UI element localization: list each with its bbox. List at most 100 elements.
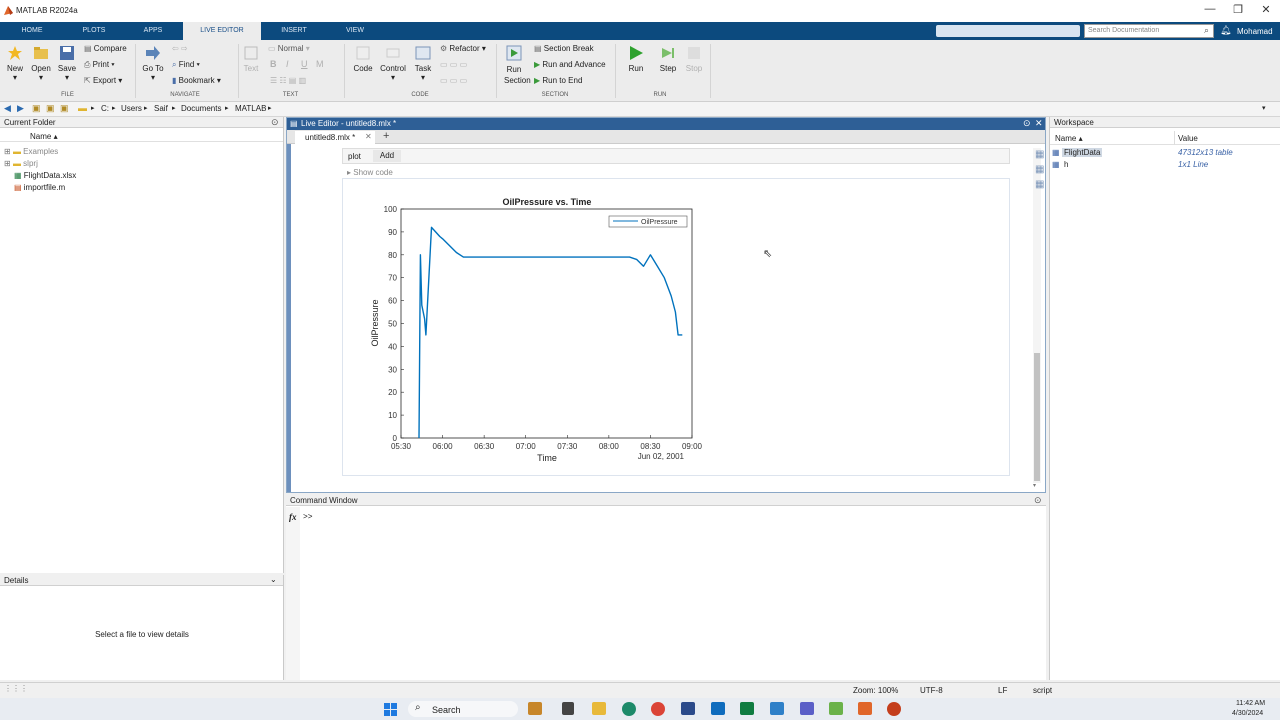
forward-icon[interactable]: ▶ xyxy=(17,103,24,114)
var-name[interactable]: h xyxy=(1064,160,1068,169)
back-forward-buttons[interactable]: ⇦ ⇨ xyxy=(172,44,188,53)
breadcrumb-documents[interactable]: Documents xyxy=(181,104,221,113)
save-button[interactable]: Save ▾ xyxy=(55,45,79,82)
open-button[interactable]: Open ▾ xyxy=(29,45,53,82)
breadcrumb-saif[interactable]: Saif xyxy=(154,104,168,113)
list-format-buttons[interactable]: ☰ ☷ ▤ ▥ xyxy=(270,76,306,85)
tab-live-editor[interactable]: LIVE EDITOR xyxy=(183,22,261,40)
tab-close-icon[interactable]: ✕ xyxy=(365,132,372,141)
user-menu[interactable]: Mohamad xyxy=(1237,27,1273,36)
editor-scrollbar[interactable] xyxy=(1033,148,1041,483)
scrollbar-thumb[interactable] xyxy=(1034,353,1040,481)
section-break-button[interactable]: ▤ Section Break xyxy=(534,44,594,53)
vscode-icon[interactable] xyxy=(770,702,784,715)
taskbar-app-icon[interactable] xyxy=(681,702,695,715)
command-prompt[interactable]: >> xyxy=(303,513,313,522)
breadcrumb-users[interactable]: Users xyxy=(121,104,142,113)
column-value[interactable]: Value xyxy=(1178,134,1198,143)
file-explorer-icon[interactable] xyxy=(592,702,606,715)
output-inline-icon[interactable]: ▦ xyxy=(1035,149,1044,160)
bell-icon[interactable]: 🔔︎ xyxy=(1220,25,1231,36)
table-row[interactable]: ▦ h 1x1 Line xyxy=(1052,160,1280,171)
series-line-oilpressure[interactable] xyxy=(418,226,683,439)
clock-time[interactable]: 11:42 AM xyxy=(1236,700,1265,707)
outlook-icon[interactable] xyxy=(711,702,725,715)
search-documentation-input[interactable]: Search Documentation xyxy=(1084,24,1214,38)
style-dropdown[interactable]: ▭ Normal ▾ xyxy=(268,44,310,53)
list-item[interactable]: ▤ importfile.m xyxy=(14,183,65,192)
scroll-down-icon[interactable]: ▾ xyxy=(1033,482,1036,489)
address-bar[interactable]: ◀ ▶ ▣ ▣ ▣ ▬ ▸ C: ▸ Users ▸ Saif ▸ Docume… xyxy=(0,102,1280,117)
folder-tools-icon[interactable]: ▣ xyxy=(60,103,69,114)
export-button[interactable]: ⇱ Export ▾ xyxy=(84,76,122,85)
clock-date[interactable]: 4/30/2024 xyxy=(1232,710,1263,717)
column-name[interactable]: Name ▴ xyxy=(1055,134,1083,143)
show-code-toggle[interactable]: ▸ Show code xyxy=(347,168,393,177)
new-tab-icon[interactable]: + xyxy=(383,130,389,142)
expand-icon[interactable]: ⊞ xyxy=(4,159,13,168)
folder-column-header[interactable]: Name ▴ xyxy=(0,130,283,142)
edge-browser-icon[interactable] xyxy=(622,702,636,716)
breadcrumb-matlab[interactable]: MATLAB xyxy=(235,104,266,113)
tab-plots[interactable]: PLOTS xyxy=(70,22,118,40)
browse-folder-icon[interactable]: ▣ xyxy=(46,103,55,114)
tab-untitled8[interactable]: untitled8.mlx * xyxy=(295,131,375,144)
quick-access-toolbar[interactable] xyxy=(936,25,1080,37)
close-button[interactable]: ✕ xyxy=(1251,3,1280,16)
text-button[interactable]: Text xyxy=(241,45,261,73)
editor-menu-icon[interactable]: ⊙ xyxy=(1023,118,1031,129)
find-button[interactable]: ⌕ Find ▾ xyxy=(172,60,200,70)
compare-button[interactable]: ▤ Compare xyxy=(84,44,127,53)
add-button[interactable]: Add xyxy=(373,150,401,162)
control-button[interactable]: Control ▾ xyxy=(378,45,408,82)
list-item[interactable]: ⊞ ▬ Examples xyxy=(4,147,58,156)
refactor-button[interactable]: ⚙ Refactor ▾ xyxy=(440,44,486,53)
run-to-end-button[interactable]: ▶ Run to End xyxy=(534,76,582,85)
bookmark-button[interactable]: ▮ Bookmark ▾ xyxy=(172,76,221,85)
run-and-advance-button[interactable]: ▶ Run and Advance xyxy=(534,60,606,69)
run-section-button[interactable]: Run Section xyxy=(499,45,531,86)
column-name[interactable]: Name ▴ xyxy=(30,132,58,141)
oilpressure-chart[interactable]: OilPressure vs. Time Time OilPressure Ju… xyxy=(355,188,715,472)
code-format-buttons[interactable]: ▭ ▭ ▭ xyxy=(440,60,467,69)
tab-apps[interactable]: APPS xyxy=(130,22,176,40)
fx-icon[interactable]: fx xyxy=(289,512,297,522)
table-row[interactable]: ▦ FlightData 47312x13 table xyxy=(1052,148,1280,159)
matlab-taskbar-icon[interactable] xyxy=(858,702,872,715)
breadcrumb-drive[interactable]: C: xyxy=(101,104,109,113)
taskbar-app-icon[interactable] xyxy=(562,702,574,715)
code-button[interactable]: Code xyxy=(350,45,376,73)
run-button[interactable]: Run xyxy=(624,45,648,73)
list-item[interactable]: ▦ FlightData.xlsx xyxy=(14,171,76,180)
panel-menu-icon[interactable]: ⊙ xyxy=(271,117,279,128)
minimize-button[interactable]: — xyxy=(1195,3,1225,15)
goto-button[interactable]: Go To ▾ xyxy=(139,45,167,82)
taskbar-app-icon[interactable] xyxy=(528,702,542,715)
up-folder-icon[interactable]: ▣ xyxy=(32,103,41,114)
chart-legend[interactable]: OilPressure xyxy=(608,215,688,228)
hide-code-icon[interactable]: ▦ xyxy=(1035,179,1044,190)
taskbar-search[interactable]: ⌕ Search xyxy=(408,701,518,717)
taskbar-app-icon[interactable] xyxy=(829,702,843,715)
code-indent-buttons[interactable]: ▭ ▭ ▭ xyxy=(440,76,467,85)
expand-icon[interactable]: ⊞ xyxy=(4,147,13,156)
powerpoint-icon[interactable] xyxy=(887,702,901,716)
monospace-button[interactable]: M xyxy=(316,59,324,69)
var-name[interactable]: FlightData xyxy=(1062,148,1103,157)
list-item[interactable]: ⊞ ▬ slprj xyxy=(4,159,38,168)
command-window[interactable]: Command Window ⊙ fx >> xyxy=(286,495,1046,680)
maximize-button[interactable]: ❐ xyxy=(1223,3,1253,16)
excel-icon[interactable] xyxy=(740,702,754,715)
bold-button[interactable]: B xyxy=(270,59,277,69)
search-icon[interactable]: ⌕ xyxy=(1204,25,1209,36)
tab-insert[interactable]: INSERT xyxy=(270,22,318,40)
tab-view[interactable]: VIEW xyxy=(330,22,380,40)
output-right-icon[interactable]: ▦ xyxy=(1035,164,1044,175)
new-button[interactable]: New ▾ xyxy=(4,45,26,82)
step-button[interactable]: Step xyxy=(656,45,680,73)
chrome-browser-icon[interactable] xyxy=(651,702,665,716)
teams-icon[interactable] xyxy=(800,702,814,715)
editor-close-icon[interactable]: ✕ xyxy=(1035,118,1043,129)
address-dropdown-icon[interactable]: ▾ xyxy=(1262,104,1266,112)
print-button[interactable]: ⎙ Print ▾ xyxy=(84,60,115,70)
